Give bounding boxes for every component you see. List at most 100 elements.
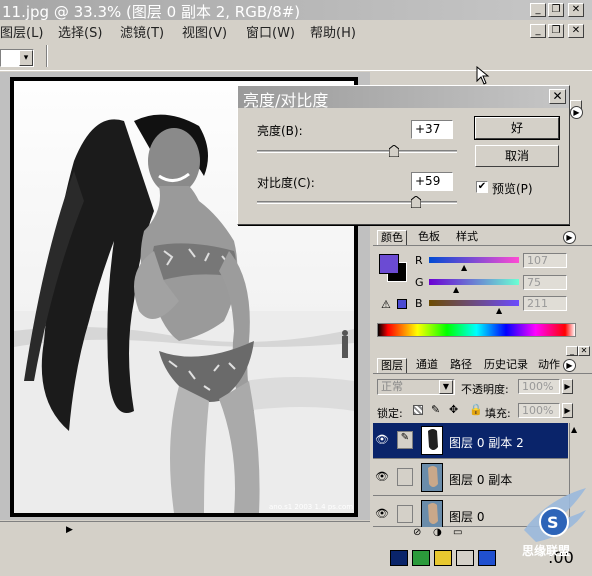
opacity-input[interactable]: 100% — [518, 379, 560, 394]
contrast-label: 对比度(C): — [257, 176, 315, 190]
r-value-input[interactable]: 107 — [523, 253, 567, 268]
layer-row[interactable]: 👁 ✎ 图层 0 副本 2 — [373, 423, 568, 459]
gamut-swatch[interactable] — [397, 299, 407, 309]
layer-name: 图层 0 副本 2 — [449, 436, 524, 450]
visibility-eye-icon[interactable]: 👁 — [375, 507, 389, 520]
menu-window[interactable]: 窗口(W) — [246, 22, 295, 41]
contrast-input[interactable]: +59 — [411, 172, 453, 191]
layer-name: 图层 0 副本 — [449, 473, 513, 487]
color-panel-menu-icon[interactable]: ▶ — [563, 231, 576, 244]
watermark-text: 思缘联盟 — [522, 544, 571, 558]
menu-help[interactable]: 帮助(H) — [310, 22, 356, 41]
scroll-up-arrow-icon[interactable]: ▲ — [571, 425, 577, 434]
tab-paths[interactable]: 路径 — [447, 358, 475, 373]
brightness-input[interactable]: +37 — [411, 120, 453, 139]
color-panel-tabs: 颜色 色板 样式 ▶ — [373, 230, 592, 246]
doc-minimize-button[interactable]: _ — [530, 24, 546, 38]
horizontal-scrollbar[interactable]: ▶ — [0, 521, 370, 537]
dialog-title-bar[interactable]: 亮度/对比度 ✕ — [238, 86, 569, 110]
dialog-close-button[interactable]: ✕ — [549, 89, 566, 104]
menu-view[interactable]: 视图(V) — [182, 22, 227, 41]
menu-filter[interactable]: 滤镜(T) — [120, 22, 164, 41]
cancel-button[interactable]: 取消 — [475, 145, 559, 167]
lock-pixels-icon[interactable]: ✎ — [431, 403, 440, 416]
tray-app-icon[interactable] — [456, 550, 474, 566]
close-button[interactable]: ✕ — [568, 3, 584, 17]
visibility-eye-icon[interactable]: 👁 — [375, 470, 389, 483]
tray-app-icon[interactable] — [478, 550, 496, 566]
panel-menu-arrow-icon[interactable]: ▶ — [570, 106, 583, 119]
dialog-title: 亮度/对比度 — [243, 91, 329, 110]
toolbar-divider — [46, 45, 48, 67]
doc-maximize-button[interactable]: ❐ — [548, 24, 564, 38]
navigator-panel-edge: _ ▶ — [570, 72, 592, 232]
new-set-icon[interactable]: ▭ — [453, 527, 462, 538]
menu-layer[interactable]: 图层(L) — [0, 22, 43, 41]
fill-label: 填充: — [485, 407, 511, 420]
tray-app-icon[interactable] — [434, 550, 452, 566]
layers-panel-tabs: 图层 通道 路径 历史记录 动作 ▶ — [373, 358, 592, 374]
tray-app-icon[interactable] — [412, 550, 430, 566]
fill-arrow-icon[interactable]: ▶ — [562, 403, 573, 418]
window-title-bar: 11.jpg @ 33.3% (图层 0 副本 2, RGB/8#) _ ❐ ✕ — [0, 0, 592, 21]
color-spectrum-bar[interactable] — [377, 323, 576, 337]
g-slider-thumb-icon[interactable]: ▲ — [453, 285, 459, 294]
blend-mode-arrow-icon[interactable]: ▼ — [439, 380, 453, 394]
tab-history[interactable]: 历史记录 — [481, 358, 531, 373]
layer-link-box[interactable] — [397, 468, 413, 486]
mouse-cursor-icon — [476, 66, 490, 85]
r-slider-thumb-icon[interactable]: ▲ — [461, 263, 467, 272]
menu-select[interactable]: 选择(S) — [58, 22, 102, 41]
contrast-slider-thumb[interactable] — [411, 196, 421, 208]
lock-all-icon[interactable]: 🔒 — [469, 403, 483, 416]
preview-label: 预览(P) — [492, 182, 533, 196]
layers-panel-menu-icon[interactable]: ▶ — [563, 359, 576, 372]
maximize-button[interactable]: ❐ — [548, 3, 564, 17]
scroll-right-arrow-icon[interactable]: ▶ — [66, 525, 73, 535]
layer-link-box[interactable] — [397, 505, 413, 523]
brightness-slider[interactable] — [257, 150, 457, 153]
visibility-eye-icon[interactable]: 👁 — [375, 433, 389, 446]
brightness-slider-thumb[interactable] — [389, 145, 399, 157]
fill-input[interactable]: 100% — [518, 403, 560, 418]
tab-layers[interactable]: 图层 — [377, 358, 407, 373]
g-value-input[interactable]: 75 — [523, 275, 567, 290]
menu-bar: 图层(L) 选择(S) 滤镜(T) 视图(V) 窗口(W) 帮助(H) _ ❐ … — [0, 20, 592, 41]
preview-checkbox[interactable]: ✔ — [476, 181, 488, 193]
layer-thumbnail — [421, 500, 443, 529]
layer-thumbnail — [421, 426, 443, 455]
site-watermark-logo: S 思缘联盟 — [516, 480, 592, 573]
gamut-warning-icon[interactable]: ⚠ — [381, 298, 391, 311]
b-value-input[interactable]: 211 — [523, 296, 567, 311]
foreground-color-swatch[interactable] — [379, 254, 399, 274]
layer-name: 图层 0 — [449, 510, 485, 524]
tab-styles[interactable]: 样式 — [453, 230, 481, 245]
tab-actions[interactable]: 动作 — [535, 358, 563, 373]
layer-style-icon[interactable]: ⊘ — [413, 527, 421, 538]
b-slider-thumb-icon[interactable]: ▲ — [496, 306, 502, 315]
window-title: 11.jpg @ 33.3% (图层 0 副本 2, RGB/8#) — [2, 3, 301, 21]
layer-mask-icon[interactable]: ◑ — [433, 527, 442, 538]
doc-close-button[interactable]: ✕ — [568, 24, 584, 38]
g-channel-label: G — [415, 276, 424, 289]
tab-swatches[interactable]: 色板 — [415, 230, 443, 245]
dropdown-arrow-icon[interactable]: ▾ — [19, 50, 33, 66]
lock-transparency-icon[interactable] — [413, 405, 423, 415]
lock-position-icon[interactable]: ✥ — [449, 403, 458, 416]
b-channel-slider[interactable] — [429, 300, 519, 306]
layers-close-button[interactable]: ✕ — [578, 346, 590, 356]
layers-minimize-button[interactable]: _ — [566, 346, 578, 356]
tab-channels[interactable]: 通道 — [413, 358, 441, 373]
ok-button[interactable]: 好 — [474, 116, 560, 140]
contrast-slider[interactable] — [257, 201, 457, 204]
tray-app-icon[interactable] — [390, 550, 408, 566]
g-channel-slider[interactable] — [429, 279, 519, 285]
minimize-button[interactable]: _ — [530, 3, 546, 17]
svg-text:S: S — [547, 513, 559, 532]
opacity-arrow-icon[interactable]: ▶ — [562, 379, 573, 394]
tab-color[interactable]: 颜色 — [377, 230, 407, 245]
b-channel-label: B — [415, 297, 423, 310]
tool-preset-dropdown[interactable]: ▾ — [0, 49, 34, 67]
brush-link-icon[interactable]: ✎ — [397, 431, 413, 449]
r-channel-slider[interactable] — [429, 257, 519, 263]
